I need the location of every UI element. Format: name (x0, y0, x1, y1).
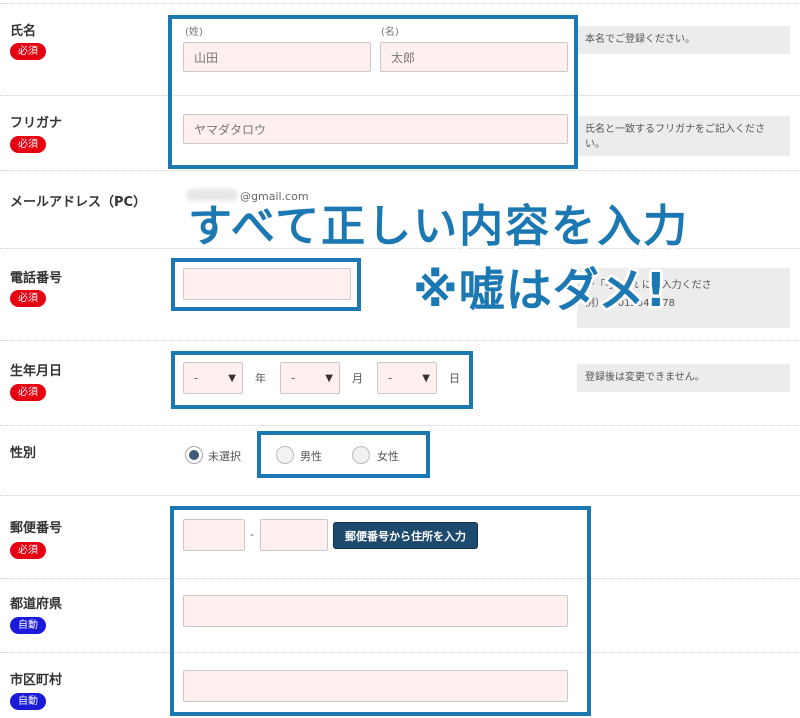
required-badge: 必須 (10, 290, 46, 307)
highlight-box-phone (171, 258, 361, 311)
auto-badge: 自動 (10, 693, 46, 710)
overlay-warning: ※嘘はダメ! (413, 263, 668, 317)
row-divider (0, 425, 800, 426)
phone-label: 電話番号 (10, 271, 63, 286)
row-divider (0, 495, 800, 496)
gender-label: 性別 (10, 446, 37, 461)
highlight-box-address (170, 506, 591, 716)
highlight-box-birthday (171, 351, 473, 409)
highlight-box-name (168, 15, 578, 169)
birthday-note: 登録後は変更できません。 (577, 364, 790, 392)
city-label: 市区町村 (10, 673, 63, 688)
row-divider (0, 170, 800, 171)
email-label: メールアドレス（PC） (10, 195, 147, 210)
birthday-label: 生年月日 (10, 364, 63, 379)
highlight-box-gender (257, 431, 430, 478)
required-badge: 必須 (10, 542, 46, 559)
name-label: 氏名 (10, 24, 37, 39)
row-divider (0, 340, 800, 341)
gender-radio-unselected[interactable] (185, 446, 203, 464)
required-badge: 必須 (10, 136, 46, 153)
name-note: 本名でご登録ください。 (577, 26, 790, 54)
gender-option-label: 未選択 (208, 450, 241, 463)
overlay-heading: すべて正しい内容を入力 (188, 201, 690, 252)
required-badge: 必須 (10, 43, 46, 60)
required-badge: 必須 (10, 384, 46, 401)
furigana-note: 氏名と一致するフリガナをご記入ください。 (577, 116, 790, 156)
prefecture-label: 都道府県 (10, 597, 63, 612)
furigana-label: フリガナ (10, 116, 63, 131)
auto-badge: 自動 (10, 617, 46, 634)
postal-label: 郵便番号 (10, 521, 63, 536)
row-divider (0, 3, 800, 4)
